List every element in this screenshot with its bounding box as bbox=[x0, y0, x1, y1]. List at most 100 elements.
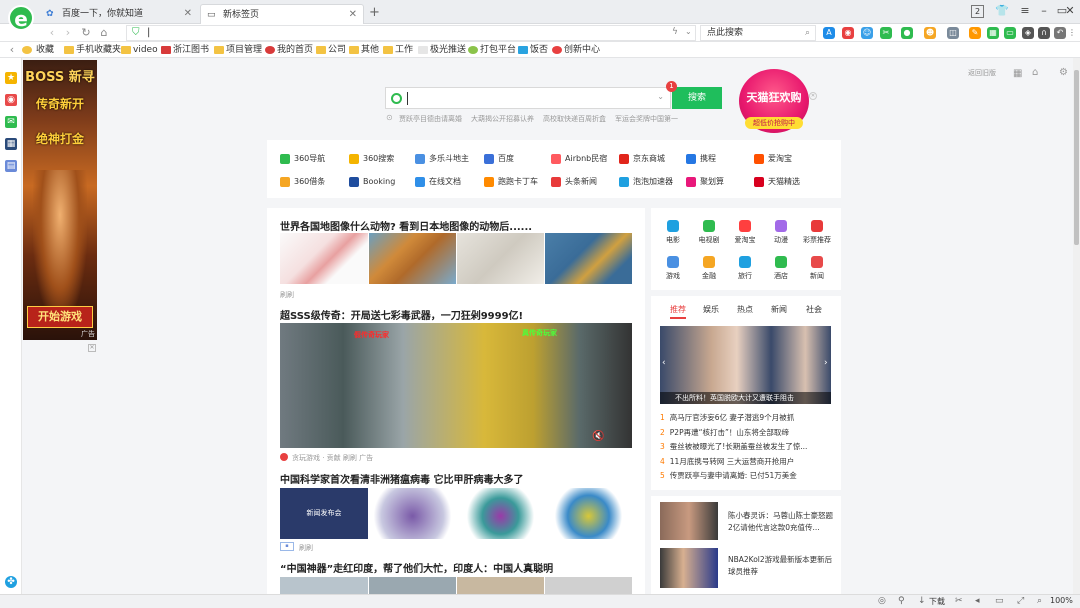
quick-link[interactable]: 360借条 bbox=[280, 175, 325, 189]
new-tab-button[interactable]: + bbox=[369, 5, 380, 20]
quick-link[interactable]: Booking bbox=[349, 175, 395, 189]
carousel-prev-icon[interactable]: ‹ bbox=[662, 358, 666, 368]
category-item[interactable]: 金融 bbox=[692, 256, 726, 281]
quick-link[interactable]: 京东商城 bbox=[619, 152, 665, 166]
tiger-thumbnail[interactable] bbox=[369, 233, 456, 284]
quick-link[interactable]: 跑跑卡丁车 bbox=[484, 175, 538, 189]
home-small-icon[interactable]: ⌂ bbox=[1032, 67, 1038, 78]
category-item[interactable]: 动漫 bbox=[764, 220, 798, 245]
mute-icon[interactable]: 🔇 bbox=[592, 431, 604, 442]
quick-link[interactable]: 泡泡加速器 bbox=[619, 175, 673, 189]
back-icon[interactable]: ‹ bbox=[44, 25, 60, 41]
quick-link[interactable]: 360导航 bbox=[280, 152, 325, 166]
bookmark-item[interactable]: 极光推送 bbox=[418, 44, 466, 56]
app-icon[interactable]: ▦ bbox=[5, 138, 17, 150]
quick-link[interactable]: 百度 bbox=[484, 152, 514, 166]
quick-link[interactable]: 360搜索 bbox=[349, 152, 394, 166]
news-list-item[interactable]: 2 P2P再遭“核打击”！山东将全部取缔 bbox=[660, 427, 835, 438]
story-thumbnail[interactable] bbox=[660, 548, 718, 588]
virus-structure-thumbnail[interactable] bbox=[545, 488, 632, 539]
feed-title[interactable]: 世界各国地图像什么动物? 看到日本地图像的动物后...... bbox=[280, 218, 532, 233]
ext-battery-icon[interactable]: ▭ bbox=[1004, 27, 1016, 39]
address-bar[interactable]: ⛉ | ϟ ⌄ bbox=[126, 25, 696, 41]
tab-news[interactable]: 新闻 bbox=[771, 304, 787, 315]
tab-baidu[interactable]: ✿ 百度一下，你就知道 ✕ bbox=[40, 4, 198, 24]
carousel-next-icon[interactable]: › bbox=[824, 358, 828, 368]
hot-search-link[interactable]: 贾跃亭目德由请离婚 bbox=[399, 114, 462, 124]
back-to-old-link[interactable]: 返回旧版 bbox=[968, 69, 996, 77]
mail-icon[interactable]: ✉ bbox=[5, 116, 17, 128]
ext-adblock-icon[interactable]: ◉ bbox=[842, 27, 854, 39]
tab-entertainment[interactable]: 娱乐 bbox=[703, 304, 719, 315]
address-input[interactable]: | bbox=[147, 26, 150, 40]
news-list-item[interactable]: 5 传贾跃亭与妻申请离婚: 已付51万美金 bbox=[660, 470, 835, 481]
ext-pen-icon[interactable]: ✎ bbox=[969, 27, 981, 39]
video-ad-image[interactable] bbox=[280, 323, 632, 448]
ext-scissor-icon[interactable]: ✂ bbox=[880, 27, 892, 39]
hint-refresh-icon[interactable]: ⊙ bbox=[386, 113, 393, 122]
ext-grid-icon[interactable]: ▦ bbox=[987, 27, 999, 39]
news-list-item[interactable]: 4 11月底携号转网 三大运营商开抢用户 bbox=[660, 456, 835, 467]
tmall-promo[interactable]: 天猫狂欢购 超低价抢购中 bbox=[739, 69, 809, 133]
quick-link[interactable]: 爱淘宝 bbox=[754, 152, 792, 166]
ext-headphone-icon[interactable]: ∩ bbox=[1038, 27, 1050, 39]
sync-icon[interactable]: ◎ bbox=[878, 596, 886, 606]
lightning-icon[interactable]: ϟ bbox=[672, 27, 678, 37]
quick-link[interactable]: Airbnb民宿 bbox=[551, 152, 607, 166]
category-item[interactable]: 爱淘宝 bbox=[728, 220, 762, 245]
note-icon[interactable]: ▤ bbox=[5, 160, 17, 172]
bookmark-item[interactable]: video bbox=[121, 44, 158, 56]
minimize-icon[interactable]: – bbox=[1034, 3, 1054, 19]
story-thumbnail[interactable] bbox=[660, 502, 718, 540]
story-title[interactable]: NBA2Kol2游戏最新版本更新后球员推荐 bbox=[728, 554, 833, 578]
tab-newtab[interactable]: ▭ 新标签页 ✕ bbox=[200, 4, 364, 24]
map-thumbnail[interactable] bbox=[280, 233, 368, 284]
hot-search-link[interactable]: 高校取快递百周折盒 bbox=[543, 114, 606, 124]
scrollbar-thumb[interactable] bbox=[1074, 70, 1079, 245]
download-label[interactable]: 下载 bbox=[929, 596, 945, 607]
download-icon[interactable]: ↓ bbox=[918, 596, 926, 606]
ext-green-icon[interactable]: ● bbox=[901, 27, 913, 39]
quick-link[interactable]: 携程 bbox=[686, 152, 716, 166]
ext-translate-icon[interactable]: A bbox=[823, 27, 835, 39]
close-tab-icon[interactable]: ✕ bbox=[184, 4, 192, 24]
story-title[interactable]: 陈小春灵诉：马蓉山陈士豪怒题2亿请他代言这款0充值传... bbox=[728, 510, 833, 534]
hot-search-link[interactable]: 军运会奖牌中国第一 bbox=[615, 114, 678, 124]
bookmark-item[interactable]: 其他 bbox=[349, 44, 379, 56]
category-item[interactable]: 旅行 bbox=[728, 256, 762, 281]
forward-icon[interactable]: › bbox=[60, 25, 76, 41]
search-button[interactable]: 搜索 bbox=[672, 87, 722, 109]
bookmark-item[interactable]: 创新中心 bbox=[552, 44, 600, 56]
category-item[interactable]: 游戏 bbox=[656, 256, 690, 281]
settings-icon[interactable]: ⚙ bbox=[1059, 67, 1068, 78]
virus-thumbnail[interactable] bbox=[369, 488, 456, 539]
zoom-icon[interactable]: ⌕ bbox=[1037, 596, 1042, 606]
layout-grid-icon[interactable]: ▦ bbox=[1013, 68, 1022, 79]
feed-thumbnail[interactable] bbox=[280, 577, 368, 594]
close-window-icon[interactable]: ✕ bbox=[1060, 3, 1080, 19]
tab-society[interactable]: 社会 bbox=[806, 304, 822, 315]
window-counter[interactable]: 2 bbox=[971, 5, 984, 18]
hot-search-link[interactable]: 大葫揭公开招募认养 bbox=[471, 114, 534, 124]
tab-recommend[interactable]: 推荐 bbox=[670, 304, 686, 319]
zoom-level[interactable]: 100% bbox=[1050, 596, 1073, 605]
main-search-box[interactable]: ⌄ bbox=[385, 87, 671, 109]
feed-title[interactable]: “中国神器”走红印度，帮了他们大忙，印度人：中国人真聪明 bbox=[280, 560, 553, 575]
bookmark-item[interactable]: 收藏 bbox=[22, 44, 54, 56]
category-item[interactable]: 电影 bbox=[656, 220, 690, 245]
tab-hot[interactable]: 热点 bbox=[737, 304, 753, 315]
start-game-button[interactable]: 开始游戏 bbox=[27, 306, 93, 328]
category-item[interactable]: 新闻 bbox=[800, 256, 834, 281]
fullscreen-icon[interactable]: ⤢ bbox=[1017, 596, 1024, 606]
search-input[interactable]: 点此搜索 ⌕ bbox=[700, 25, 816, 41]
ext-face-icon[interactable]: ☻ bbox=[924, 27, 936, 39]
news-list-item[interactable]: 1 高马厅官涉妄6亿 妻子潜逃9个月被抓 bbox=[660, 412, 835, 423]
virus-model-thumbnail[interactable] bbox=[457, 488, 544, 539]
bookmark-item[interactable]: 饭否 bbox=[518, 44, 548, 56]
pin-icon[interactable]: ⚲ bbox=[898, 596, 905, 606]
close-tab-icon[interactable]: ✕ bbox=[349, 5, 357, 24]
category-item[interactable]: 电视剧 bbox=[692, 220, 726, 245]
scissors-icon[interactable]: ✂ bbox=[955, 596, 963, 606]
quick-link[interactable]: 聚划算 bbox=[686, 175, 724, 189]
bookmark-scroll-left-icon[interactable]: ‹ bbox=[4, 42, 20, 58]
